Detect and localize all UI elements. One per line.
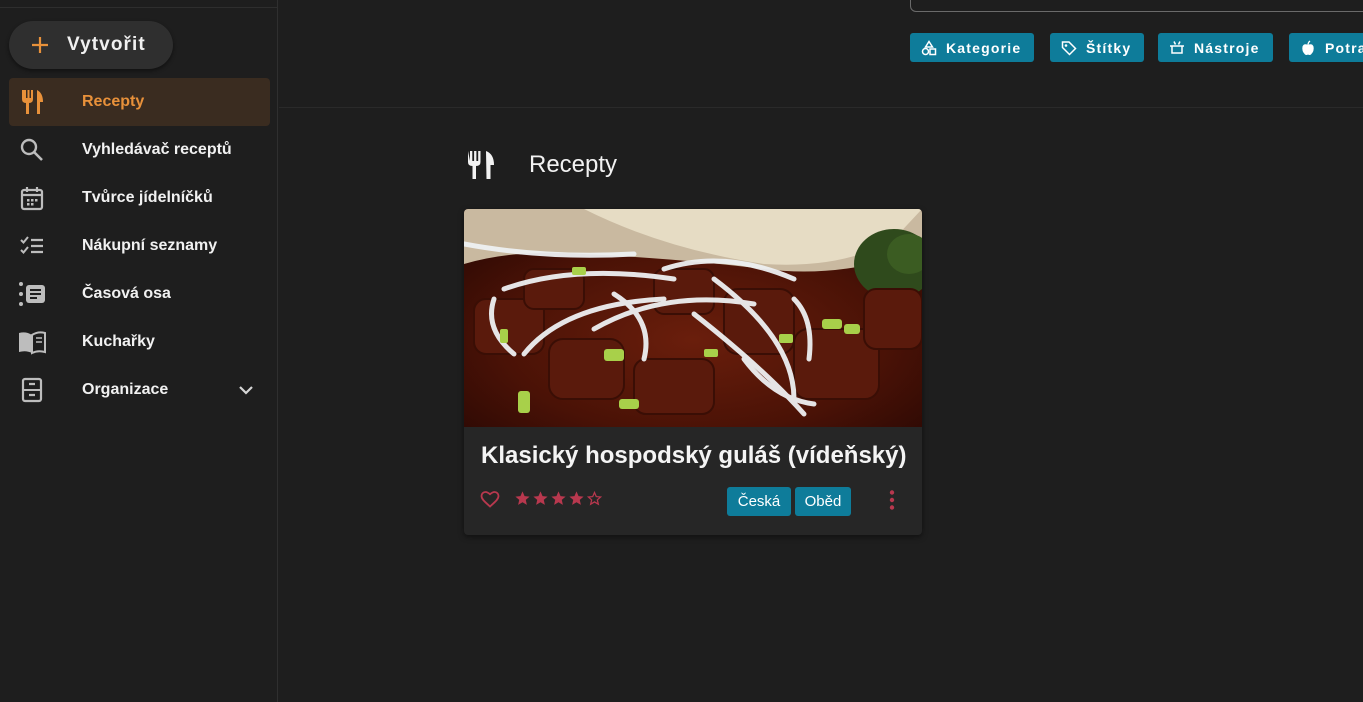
sidebar-item-label: Vyhledávač receptů — [82, 141, 232, 158]
page-title: Recepty — [529, 151, 618, 178]
search-icon — [18, 136, 46, 164]
chip-stitky[interactable]: Štítky — [1050, 33, 1145, 62]
pot-icon — [1170, 40, 1184, 54]
timeline-icon — [18, 280, 46, 308]
recipe-card[interactable]: Klasický hospodský guláš (vídeňský) Česk… — [464, 209, 922, 535]
sidebar-divider — [0, 7, 277, 8]
sidebar-item-organizace[interactable]: Organizace — [9, 366, 270, 414]
chip-label: Potraviny — [1325, 39, 1363, 56]
chevron-down-icon[interactable] — [236, 380, 256, 400]
apple-icon — [1302, 39, 1314, 55]
sidebar-item-label: Organizace — [82, 381, 169, 398]
calendar-icon — [18, 184, 46, 212]
header-divider — [279, 107, 1363, 108]
create-button[interactable]: Vytvořit — [9, 21, 173, 69]
silverware-icon — [18, 88, 46, 116]
star-filled-icon[interactable] — [568, 490, 585, 507]
plus-icon — [32, 37, 48, 53]
recipe-photo[interactable] — [464, 209, 922, 427]
silverware-icon — [468, 151, 494, 179]
chip-label: Nástroje — [1194, 39, 1260, 56]
create-button-label: Vytvořit — [67, 34, 146, 55]
chip-label: Štítky — [1086, 39, 1132, 56]
app: Vytvořit Recepty Vyhledávač receptů Tvůr… — [0, 0, 1363, 702]
shapes-icon — [921, 39, 937, 55]
star-empty-icon[interactable] — [586, 490, 603, 507]
more-vert-icon[interactable] — [882, 489, 902, 511]
chip-nastroje[interactable]: Nástroje — [1158, 33, 1273, 62]
star-filled-icon[interactable] — [550, 490, 567, 507]
sidebar-item-label: Tvůrce jídelníčků — [82, 189, 213, 206]
sidebar-item-label: Recepty — [82, 93, 145, 110]
book-icon — [18, 328, 46, 356]
sidebar-item-label: Časová osa — [82, 285, 171, 302]
recipe-title[interactable]: Klasický hospodský guláš (vídeňský) — [481, 442, 907, 470]
heart-icon[interactable] — [480, 489, 500, 509]
recipe-tag[interactable]: Oběd — [795, 487, 851, 516]
checklist-icon — [18, 232, 46, 260]
star-filled-icon[interactable] — [514, 490, 531, 507]
sidebar-item-kucharky[interactable]: Kuchařky — [9, 318, 270, 366]
sidebar-item-tvurce[interactable]: Tvůrce jídelníčků — [9, 174, 270, 222]
search-input[interactable] — [910, 0, 1363, 12]
sidebar: Vytvořit Recepty Vyhledávač receptů Tvůr… — [0, 0, 278, 702]
sidebar-item-casova-osa[interactable]: Časová osa — [9, 270, 270, 318]
sidebar-nav: Recepty Vyhledávač receptů Tvůrce jídeln… — [9, 78, 270, 414]
sidebar-item-vyhledavac[interactable]: Vyhledávač receptů — [9, 126, 270, 174]
chip-kategorie[interactable]: Kategorie — [910, 33, 1035, 62]
recipe-tag[interactable]: Česká — [727, 487, 791, 516]
chip-potraviny[interactable]: Potraviny — [1289, 33, 1363, 62]
sidebar-item-nakupni[interactable]: Nákupní seznamy — [9, 222, 270, 270]
sidebar-item-label: Nákupní seznamy — [82, 237, 218, 254]
chip-label: Kategorie — [946, 39, 1022, 56]
cabinet-icon — [18, 376, 46, 404]
rating-stars[interactable] — [514, 490, 603, 507]
star-filled-icon[interactable] — [532, 490, 549, 507]
sidebar-item-recepty[interactable]: Recepty — [9, 78, 270, 126]
tag-icon — [1061, 40, 1077, 56]
sidebar-item-label: Kuchařky — [82, 333, 155, 350]
